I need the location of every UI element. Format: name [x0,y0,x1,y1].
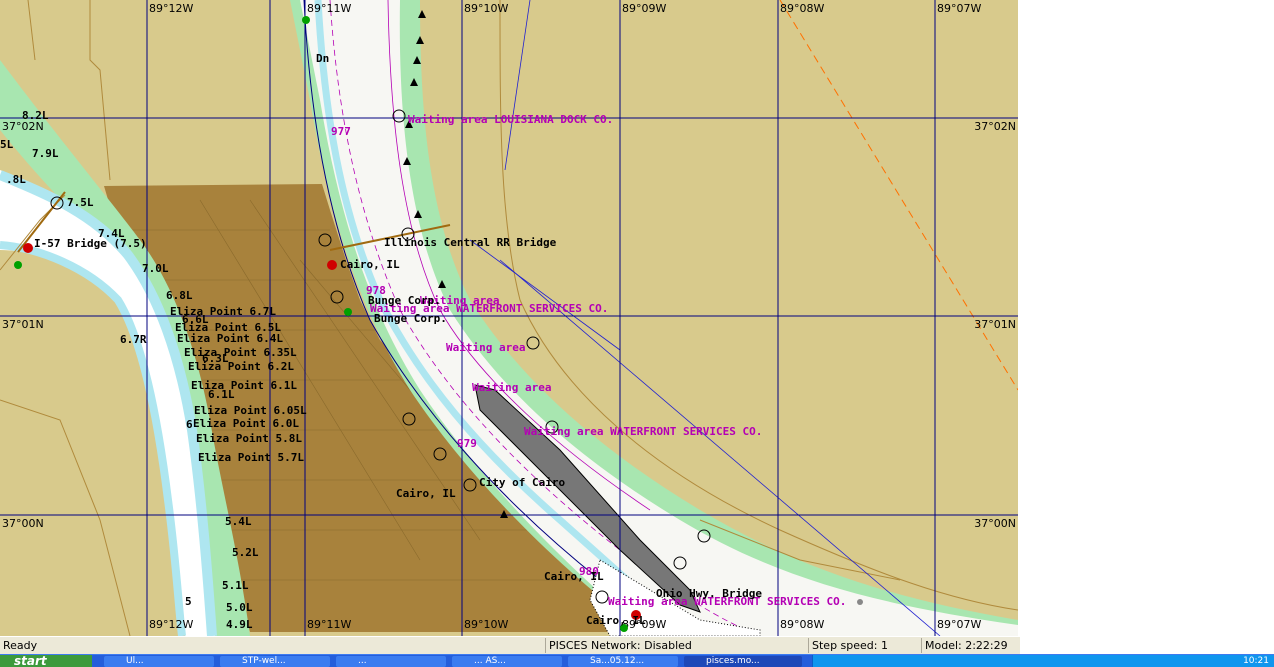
mile-label: 5.2L [232,546,259,559]
status-model: Model: 2:22:29 [921,638,1021,653]
status-network: PISCES Network: Disabled [545,638,809,653]
latitude-label-left: 37°00N [2,517,44,530]
taskbar: start Ul... STP-wel... ... ... AS... Sa.… [0,654,1274,667]
mile-label: 5.4L [225,515,252,528]
longitude-label-top: 89°11W [307,2,351,15]
cairo-il-label: Cairo, IL [544,570,604,583]
start-button[interactable]: start [0,655,92,667]
cairo-il-label: Cairo, IL [340,258,400,271]
taskbar-item-active[interactable]: pisces.mo... [684,656,802,667]
dn-label: Dn [316,52,329,65]
clock: 10:21 [1243,656,1269,666]
eliza-point-label: Eliza Point 6.7L [170,305,276,318]
status-step-speed: Step speed: 1 [808,638,922,653]
eliza-point-label: Eliza Point 6.2L [188,360,294,373]
latitude-label-right: 37°01N [974,318,1016,331]
eliza-point-label: Eliza Point 5.7L [198,451,304,464]
blank-margin [1020,0,1274,654]
cairo-il-label: Cairo, IL [396,487,456,500]
waiting-area-label: Waiting area [472,381,551,394]
longitude-label-top: 89°12W [149,2,193,15]
longitude-label-bottom: 89°07W [937,618,981,631]
longitude-label-top: 89°07W [937,2,981,15]
mile-label: 4.9L [226,618,253,631]
mile-label: 7.0L [142,262,169,275]
eliza-point-label: Eliza Point 5.8L [196,432,302,445]
chart-canvas[interactable]: 89°12W 89°12W 89°11W 89°11W 89°10W 89°10W 89°0… [0,0,1018,636]
nautical-chart[interactable]: 89°12W 89°12W 89°11W 89°11W 89°10W 89°10W 89°0… [0,0,1018,636]
eliza-point-label: Eliza Point 6.1L [191,379,297,392]
mile-label: 6 [186,418,193,431]
system-tray: 10:21 [812,655,1274,667]
mile-label: 5L [0,138,14,151]
status-bar: Ready PISCES Network: Disabled Step spee… [0,636,1020,655]
longitude-label-bottom: 89°08W [780,618,824,631]
mile-label: .8L [6,173,26,186]
mile-label: 5 [185,595,192,608]
waiting-area-label: Waiting area WATERFRONT SERVICES CO. [524,425,762,438]
longitude-label-bottom: 89°12W [149,618,193,631]
i57-bridge-label: I-57 Bridge (7.5) [34,237,147,250]
taskbar-item[interactable]: ... AS... [452,656,562,667]
longitude-label-top: 89°09W [622,2,666,15]
mile-label: 6.7R [120,333,147,346]
taskbar-item[interactable]: Ul... [104,656,214,667]
latitude-label-right: 37°00N [974,517,1016,530]
eliza-point-label: Eliza Point 6.05L [194,404,307,417]
eliza-point-label: Eliza Point 6.0L [193,417,299,430]
latitude-label-right: 37°02N [974,120,1016,133]
river-mile-label: 979 [457,437,477,450]
longitude-label-bottom: 89°10W [464,618,508,631]
mile-label: 5.0L [226,601,253,614]
bunge-corp-label: Bunge Corp. [368,294,441,307]
boundary-line [779,0,1018,391]
ohio-hwy-bridge-label: Ohio Hwy. Bridge [656,587,762,600]
river-mile-label: 977 [331,125,351,138]
waiting-area-label: Waiting area LOUISIANA DOCK CO. [408,113,613,126]
longitude-label-bottom: 89°11W [307,618,351,631]
eliza-point-label: Eliza Point 6.35L [184,346,297,359]
status-ready: Ready [3,639,38,652]
mile-label: 7.9L [32,147,59,160]
taskbar-item[interactable]: STP-wel... [220,656,330,667]
latitude-label-left: 37°01N [2,318,44,331]
eliza-point-label: Eliza Point 6.4L [177,332,283,345]
mile-label: 7.4L [98,227,125,240]
taskbar-item[interactable]: ... [336,656,446,667]
waiting-area-label: Waiting area [446,341,525,354]
taskbar-item[interactable]: Sa...05.12... [568,656,678,667]
bunge-corp-label: Bunge Corp. [374,312,447,325]
longitude-label-top: 89°08W [780,2,824,15]
city-of-cairo-label: City of Cairo [479,476,565,489]
cairo-il-label: Cairo, IL [586,614,646,627]
ic-rr-bridge-label: Illinois Central RR Bridge [384,236,557,249]
mile-label: 7.5L [67,196,94,209]
mile-label: 6.8L [166,289,193,302]
longitude-label-top: 89°10W [464,2,508,15]
mile-label: 5.1L [222,579,249,592]
mile-label: 8.2L [22,109,49,122]
